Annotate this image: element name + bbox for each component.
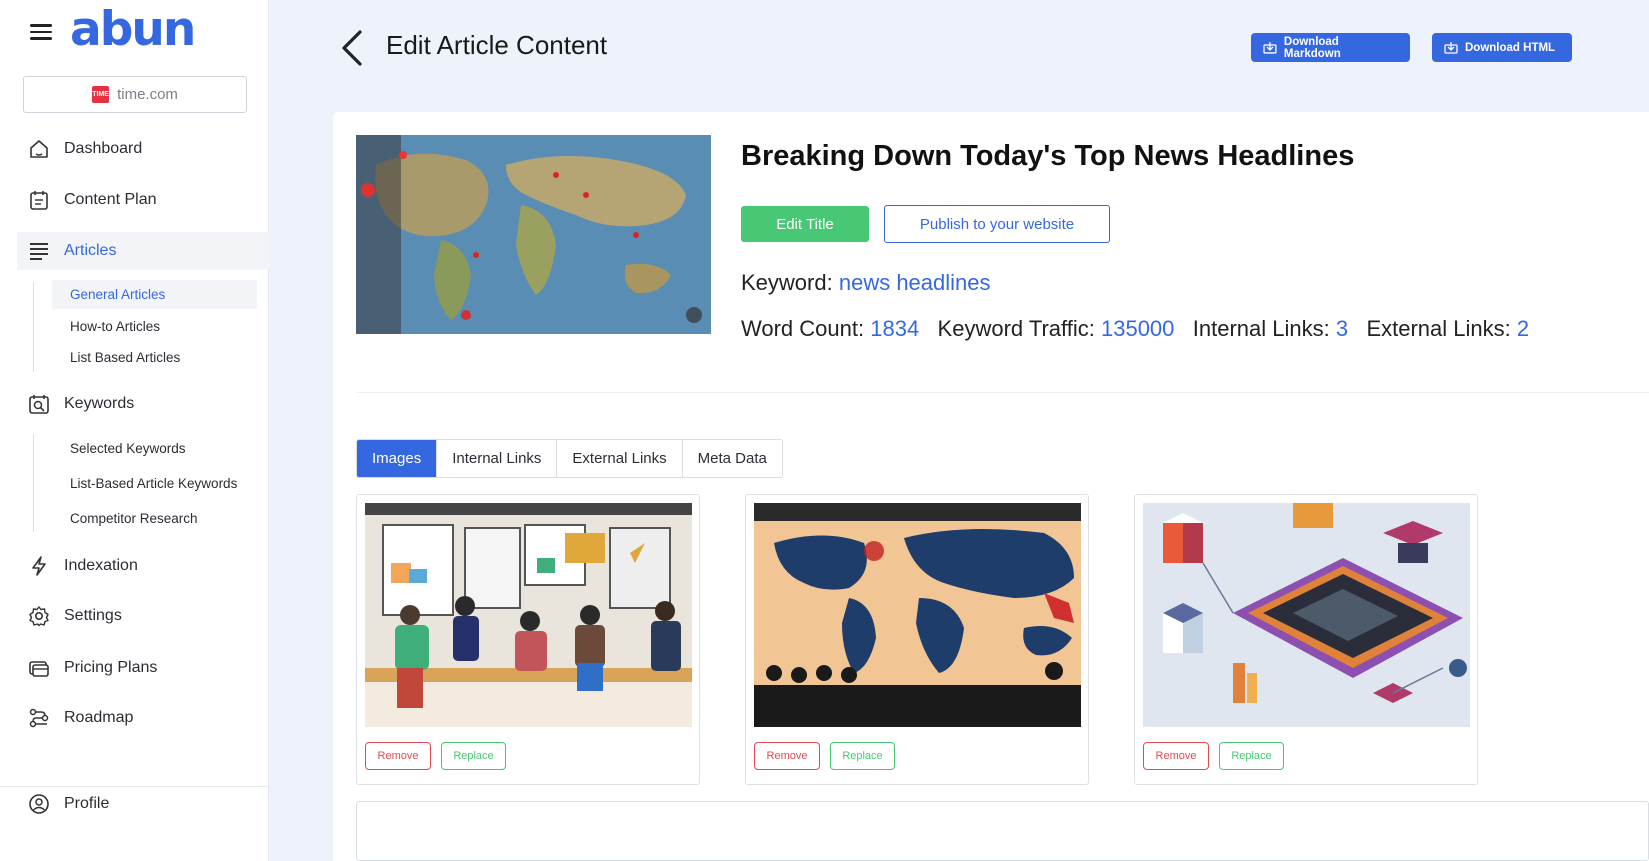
clipboard-icon: [28, 189, 50, 211]
article-image[interactable]: [365, 503, 692, 727]
download-icon: [1263, 42, 1277, 54]
submenu-guide-line: [33, 282, 34, 372]
submenu-guide-line: [33, 434, 34, 532]
sidebar-item-indexation[interactable]: Indexation: [17, 547, 269, 585]
download-html-label: Download HTML: [1465, 41, 1556, 54]
gear-icon: [28, 605, 50, 627]
keyword-value[interactable]: news headlines: [839, 270, 991, 295]
internal-links-value: 3: [1335, 316, 1349, 341]
sidebar-item-label: Content Plan: [64, 191, 157, 208]
remove-image-button[interactable]: Remove: [1143, 742, 1209, 770]
tab-meta-data[interactable]: Meta Data: [682, 440, 782, 477]
sidebar-subitem-general-articles[interactable]: General Articles: [52, 280, 257, 309]
image-card: Remove Replace: [356, 494, 700, 785]
roadmap-icon: [28, 707, 50, 729]
card-icon: [28, 657, 50, 679]
sidebar-subitem-selected-keywords[interactable]: Selected Keywords: [52, 434, 257, 463]
article-featured-image[interactable]: [356, 135, 711, 334]
edit-title-button[interactable]: Edit Title: [741, 206, 869, 242]
sidebar-item-label: Settings: [64, 607, 122, 624]
article-stats-row: Word Count: 1834 Keyword Traffic: 135000…: [741, 316, 1529, 342]
sidebar-item-roadmap[interactable]: Roadmap: [17, 699, 269, 737]
publish-to-website-button[interactable]: Publish to your website: [884, 205, 1110, 243]
sidebar-item-profile[interactable]: Profile: [17, 785, 269, 823]
page-title: Edit Article Content: [386, 30, 608, 60]
sidebar-subitem-howto-articles[interactable]: How-to Articles: [52, 312, 257, 341]
sidebar-item-label: Articles: [64, 242, 117, 259]
word-count-label: Word Count:: [741, 316, 865, 341]
keyword-search-icon: [28, 393, 50, 415]
sidebar-item-label: Indexation: [64, 557, 138, 574]
image-card: Remove Replace: [1134, 494, 1478, 785]
download-markdown-label: Download Markdown: [1283, 35, 1341, 60]
download-html-button[interactable]: Download HTML: [1432, 33, 1572, 62]
keyword-traffic-value: 135000: [1100, 316, 1175, 341]
image-card: Remove Replace: [745, 494, 1089, 785]
sidebar-item-label: Dashboard: [64, 140, 143, 157]
back-chevron-icon[interactable]: [338, 28, 366, 68]
article-title: Breaking Down Today's Top News Headlines: [741, 140, 1355, 172]
sidebar-item-label: Profile: [64, 795, 110, 812]
sidebar-item-label: Keywords: [64, 395, 135, 412]
remove-image-button[interactable]: Remove: [365, 742, 431, 770]
sidebar-item-articles[interactable]: Articles: [17, 232, 269, 270]
editor-toolbar: [356, 801, 1649, 861]
hamburger-menu-icon[interactable]: [30, 24, 52, 42]
lightning-icon: [28, 555, 50, 577]
sidebar-item-keywords[interactable]: Keywords: [17, 385, 269, 423]
sidebar-item-label: Pricing Plans: [64, 659, 158, 676]
site-selector[interactable]: TIME time.com: [23, 76, 247, 113]
site-favicon-icon: TIME: [92, 86, 110, 103]
keyword-label: Keyword:: [741, 270, 833, 295]
sidebar-subitem-competitor-research[interactable]: Competitor Research: [52, 504, 257, 533]
download-icon: [1444, 42, 1458, 54]
replace-image-button[interactable]: Replace: [441, 742, 506, 770]
app-logo[interactable]: abun: [70, 2, 196, 57]
download-markdown-button[interactable]: Download Markdown: [1251, 33, 1410, 62]
sidebar-subitem-list-based-articles[interactable]: List Based Articles: [52, 343, 257, 372]
replace-image-button[interactable]: Replace: [830, 742, 895, 770]
sidebar-item-pricing-plans[interactable]: Pricing Plans: [17, 649, 269, 687]
external-links-value: 2: [1516, 316, 1530, 341]
article-image[interactable]: [754, 503, 1081, 727]
sidebar: abun TIME time.com Dashboard Content Pla…: [0, 0, 269, 861]
home-icon: [28, 138, 50, 160]
remove-image-button[interactable]: Remove: [754, 742, 820, 770]
article-tabs: Images Internal Links External Links Met…: [356, 439, 783, 478]
sidebar-item-content-plan[interactable]: Content Plan: [17, 181, 269, 219]
internal-links-label: Internal Links:: [1192, 316, 1330, 341]
tab-external-links[interactable]: External Links: [557, 440, 683, 477]
sidebar-item-label: Roadmap: [64, 709, 134, 726]
profile-icon: [28, 793, 50, 815]
site-selector-value: time.com: [117, 86, 178, 103]
sidebar-item-settings[interactable]: Settings: [17, 597, 269, 635]
keyword-row: Keyword: news headlines: [741, 270, 991, 296]
articles-icon: [28, 240, 50, 262]
tab-images[interactable]: Images: [357, 440, 438, 477]
sidebar-subitem-list-based-keywords[interactable]: List-Based Article Keywords: [52, 469, 257, 498]
section-divider: [356, 392, 1649, 393]
article-image[interactable]: [1143, 503, 1470, 727]
word-count-value: 1834: [870, 316, 920, 341]
replace-image-button[interactable]: Replace: [1219, 742, 1284, 770]
external-links-label: External Links:: [1366, 316, 1511, 341]
tab-internal-links[interactable]: Internal Links: [437, 440, 558, 477]
keyword-traffic-label: Keyword Traffic:: [937, 316, 1095, 341]
sidebar-item-dashboard[interactable]: Dashboard: [17, 130, 269, 168]
